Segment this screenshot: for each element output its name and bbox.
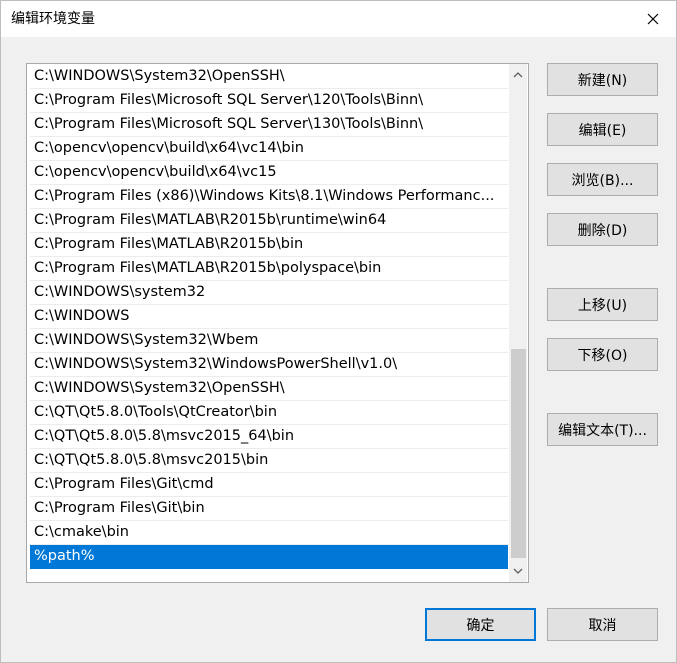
path-list-item[interactable]: C:\WINDOWS\System32\WindowsPowerShell\v1…: [30, 353, 508, 377]
close-button[interactable]: [630, 1, 676, 37]
dialog-title: 编辑环境变量: [11, 11, 95, 27]
move-up-button[interactable]: 上移(U): [547, 288, 658, 321]
close-icon: [647, 13, 659, 25]
delete-button[interactable]: 删除(D): [547, 213, 658, 246]
path-list-item[interactable]: C:\WINDOWS: [30, 305, 508, 329]
path-list-item[interactable]: C:\Program Files\MATLAB\R2015b\bin: [30, 233, 508, 257]
new-button[interactable]: 新建(N): [547, 63, 658, 96]
path-list-item[interactable]: C:\Program Files\Microsoft SQL Server\13…: [30, 113, 508, 137]
scroll-up-button[interactable]: [509, 66, 527, 84]
path-list-item[interactable]: C:\Program Files\Git\bin: [30, 497, 508, 521]
path-list-item[interactable]: C:\WINDOWS\System32\OpenSSH\: [30, 65, 508, 89]
ok-button[interactable]: 确定: [425, 608, 536, 641]
browse-button[interactable]: 浏览(B)...: [547, 163, 658, 196]
path-list-item[interactable]: C:\Program Files\MATLAB\R2015b\runtime\w…: [30, 209, 508, 233]
title-bar: 编辑环境变量: [1, 1, 676, 37]
vertical-scrollbar[interactable]: [509, 64, 527, 582]
path-list-item[interactable]: C:\QT\Qt5.8.0\5.8\msvc2015\bin: [30, 449, 508, 473]
path-list[interactable]: C:\WINDOWS\System32\OpenSSH\ C:\Program F…: [26, 63, 529, 583]
cancel-button[interactable]: 取消: [547, 608, 658, 641]
path-list-item[interactable]: C:\WINDOWS\System32\OpenSSH\: [30, 377, 508, 401]
path-list-item[interactable]: C:\cmake\bin: [30, 521, 508, 545]
edit-text-button[interactable]: 编辑文本(T)...: [547, 413, 658, 446]
path-list-item[interactable]: C:\Program Files\Microsoft SQL Server\12…: [30, 89, 508, 113]
scroll-down-button[interactable]: [509, 562, 527, 580]
path-list-item[interactable]: C:\QT\Qt5.8.0\5.8\msvc2015_64\bin: [30, 425, 508, 449]
path-list-item[interactable]: C:\Program Files (x86)\Windows Kits\8.1\…: [30, 185, 508, 209]
path-list-item[interactable]: C:\Program Files\MATLAB\R2015b\polyspace…: [30, 257, 508, 281]
scroll-down-arrow-icon: [513, 568, 523, 574]
path-list-item-selected[interactable]: %path%: [30, 545, 508, 569]
path-list-item[interactable]: C:\Program Files\Git\cmd: [30, 473, 508, 497]
path-list-item[interactable]: C:\opencv\opencv\build\x64\vc14\bin: [30, 137, 508, 161]
scroll-up-arrow-icon: [513, 72, 523, 78]
edit-environment-variable-dialog: 编辑环境变量 C:\WINDOWS\System32\OpenSSH\ C:\Pr…: [0, 0, 677, 663]
move-down-button[interactable]: 下移(O): [547, 338, 658, 371]
path-list-item[interactable]: C:\WINDOWS\System32\Wbem: [30, 329, 508, 353]
path-list-item[interactable]: C:\WINDOWS\system32: [30, 281, 508, 305]
path-list-item[interactable]: C:\opencv\opencv\build\x64\vc15: [30, 161, 508, 185]
scrollbar-thumb[interactable]: [511, 349, 526, 558]
path-list-item[interactable]: C:\QT\Qt5.8.0\Tools\QtCreator\bin: [30, 401, 508, 425]
edit-button[interactable]: 编辑(E): [547, 113, 658, 146]
